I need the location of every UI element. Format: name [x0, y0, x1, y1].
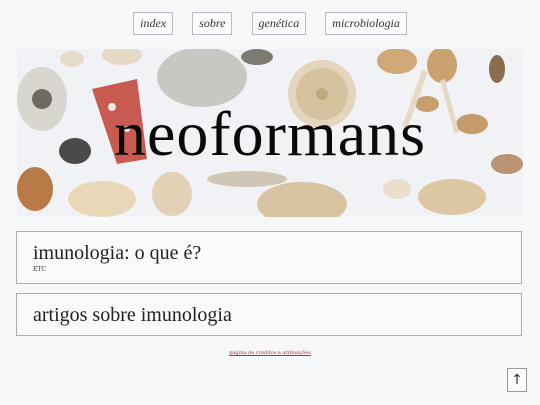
header-banner: neoformans	[17, 49, 523, 217]
card-subtitle: ETC	[33, 266, 46, 273]
card-artigos[interactable]: artigos sobre imunologia	[16, 293, 522, 336]
card-imunologia[interactable]: imunologia: o que é? ETC	[16, 231, 522, 284]
arrow-up-icon: ↑	[511, 372, 523, 388]
site-title: neoformans	[113, 98, 427, 169]
nav-genetica-link[interactable]: genética	[251, 12, 307, 35]
top-nav: index sobre genética microbiologia	[0, 12, 540, 35]
nav-sobre-link[interactable]: sobre	[192, 12, 233, 35]
card-title[interactable]: artigos sobre imunologia	[33, 304, 232, 327]
nav-index-link[interactable]: index	[133, 12, 174, 35]
credits-link[interactable]: página de créditos e atribuições	[0, 350, 540, 356]
back-to-top-button[interactable]: ↑	[507, 368, 527, 392]
card-title[interactable]: imunologia: o que é?	[33, 242, 201, 265]
nav-microbiologia-link[interactable]: microbiologia	[325, 12, 407, 35]
